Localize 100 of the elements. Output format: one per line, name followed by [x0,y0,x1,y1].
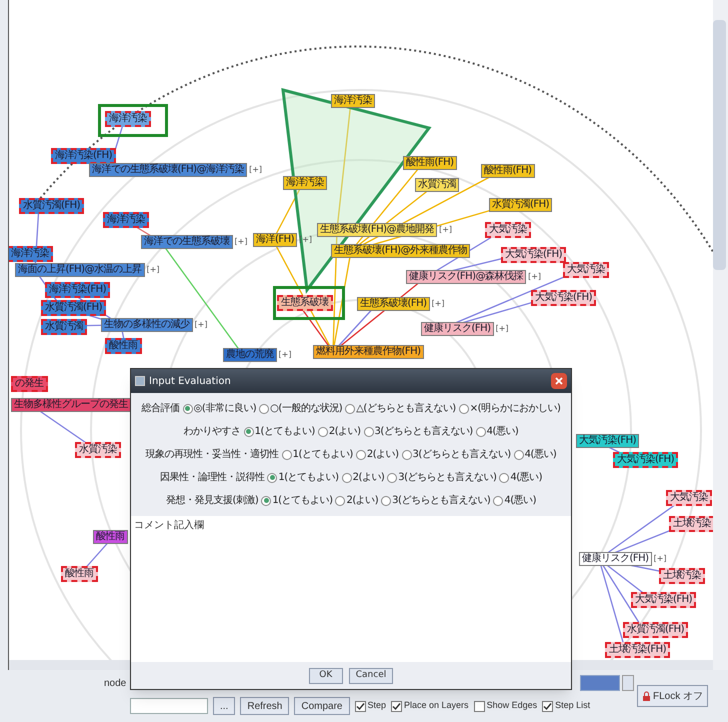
refresh-button[interactable]: Refresh [240,697,290,715]
rating-radio[interactable]: 2(よい) [318,424,360,439]
graph-node[interactable]: 酸性雨 [93,530,128,544]
expand-marker[interactable]: [+] [432,298,445,310]
graph-node[interactable]: 酸性雨(FH) [403,156,457,170]
node-dropdown[interactable] [580,675,620,691]
criterion-label: 総合評価 [142,402,180,416]
rating-radio[interactable]: 3(どちらとも言えない) [381,493,490,508]
lock-icon [642,690,651,702]
graph-node[interactable]: 海洋での生態系破壊 [141,235,232,249]
expand-marker[interactable]: [+] [278,349,292,361]
graph-node[interactable]: 大気汚染 [563,262,609,278]
graph-node[interactable]: 健康リスク(FH) [579,552,652,566]
graph-node[interactable]: 海洋汚染 [331,94,375,108]
rating-radio[interactable]: 1(とてもよい) [244,424,315,439]
rating-radio[interactable]: ◎(非常に良い) [182,401,256,416]
graph-node[interactable]: 海洋汚染 [105,111,151,127]
graph-node[interactable]: 大気汚染(FH) [631,592,696,608]
check-icon [356,702,364,710]
expand-marker[interactable]: [+] [146,264,160,276]
rating-radio[interactable]: 2(よい) [356,447,398,462]
expand-marker[interactable]: [+] [194,319,208,331]
graph-node[interactable]: 生物多様性グループの発生 [11,398,131,412]
graph-node[interactable]: 土壌汚染(FH) [605,642,670,658]
graph-node[interactable]: 酸性雨 [105,338,142,354]
graph-node[interactable]: 健康リスク(FH)@森林伐採 [406,270,526,284]
rating-radio[interactable]: 2(よい) [335,493,378,508]
compare-button[interactable]: Compare [294,697,350,715]
graph-node[interactable]: 水質汚濁(FH) [19,198,84,214]
graph-node[interactable]: 水質汚染 [75,442,121,458]
rating-radio[interactable]: 3(どちらとも言えない) [402,447,511,462]
graph-node[interactable]: 酸性雨(FH) [481,164,535,178]
graph-node[interactable]: 水質汚濁 [415,178,459,192]
rating-radio[interactable]: 3(どちらとも言えない) [364,424,473,439]
expand-marker[interactable]: [+] [234,236,248,248]
rating-radio[interactable]: ×(明らかにおかしい) [458,401,560,416]
graph-node[interactable]: 海洋汚染(FH) [51,148,116,164]
lock-button[interactable]: FLock オフ [636,685,708,707]
graph-node[interactable]: 海洋汚染(FH) [45,282,110,298]
rating-radio[interactable]: 4(悪い) [493,493,536,508]
graph-node[interactable]: 海洋(FH) [253,233,298,247]
graph-node[interactable]: 大気汚染(FH) [613,452,678,468]
graph-node[interactable]: 大気汚染(FH) [576,434,640,448]
graph-node[interactable]: 海洋での生態系破壊(FH)@海洋汚染 [89,163,248,177]
rating-radio[interactable]: 1(とてもよい) [267,470,339,485]
expand-marker[interactable]: [+] [439,224,452,236]
graph-node[interactable]: 土壌汚染 [659,568,705,584]
graph-node[interactable]: 生態系破壊(FH)@外来種農作物 [331,244,470,258]
expand-marker[interactable]: [+] [496,323,509,335]
graph-node[interactable]: 海洋汚染 [103,212,149,228]
graph-node[interactable]: 海洋汚染 [9,246,53,262]
vertical-scrollbar[interactable] [713,0,728,670]
graph-node[interactable]: 生態系破壊(FH)@農地開発 [317,223,438,237]
option-checkbox[interactable]: Show Edges [474,699,538,713]
graph-node[interactable]: 水質汚濁 [41,319,87,335]
option-checkbox[interactable]: Step [354,699,386,713]
criterion-label: わかりやすさ [184,425,241,439]
graph-node[interactable]: 土壌汚染 [669,516,713,532]
close-button[interactable] [551,373,567,389]
dialog-button[interactable]: Cancel [348,668,394,684]
check-icon [392,702,402,710]
check-icon [543,702,552,710]
rating-radio[interactable]: 2(よい) [342,470,384,485]
rating-radio[interactable]: 1(とてもよい) [261,493,332,508]
rating-radio[interactable]: 1(とてもよい) [282,447,353,462]
comment-field[interactable]: コメント記入欄 [131,516,571,662]
expand-marker[interactable]: [+] [249,164,262,176]
expand-marker[interactable]: [+] [528,271,542,283]
graph-node[interactable]: 水質汚濁(FH) [623,622,688,638]
rating-radio[interactable]: 4(悪い) [499,470,542,485]
highlight-frame [273,286,345,320]
graph-node[interactable]: 海面の上昇(FH)@水温の上昇 [15,263,145,277]
graph-node[interactable]: の発生 [11,376,48,392]
rating-radio[interactable]: ○(一般的な状況) [259,401,342,416]
criterion-label: 発想・発見支援(刺激) [166,494,258,508]
graph-node[interactable]: 大気汚染(FH) [531,290,596,306]
graph-node[interactable]: 大気汚染(FH) [501,247,566,263]
graph-node[interactable]: 生態系破壊 [277,295,332,311]
graph-node[interactable]: 水質汚濁(FH) [489,198,552,212]
expand-marker[interactable]: [+] [654,553,667,565]
graph-node[interactable]: 生物の多様性の減少 [101,318,192,332]
rating-radio[interactable]: 3(どちらとも言えない) [387,470,496,485]
rating-radio[interactable]: 4(悪い) [514,447,556,462]
more-button[interactable]: ... [213,697,236,715]
search-combo[interactable] [130,698,208,714]
criterion-label: 因果性・論理性・説得性 [160,470,264,485]
option-checkbox[interactable]: Step List [542,699,590,713]
graph-node[interactable]: 大気汚染 [666,490,712,506]
graph-node[interactable]: 海洋汚染 [283,176,327,190]
graph-node[interactable]: 健康リスク(FH) [421,322,494,336]
graph-node[interactable]: 燃料用外来種農作物(FH) [313,345,424,359]
rating-radio[interactable]: 4(悪い) [476,424,518,439]
dialog-title: Input Evaluation [149,374,231,388]
dialog-button[interactable]: OK [308,668,343,684]
option-checkbox[interactable]: Place on Layers [391,699,469,713]
graph-node[interactable]: 大気汚染 [485,222,531,238]
graph-node[interactable]: 生態系破壊(FH) [357,297,430,311]
graph-node[interactable]: 水質汚濁(FH) [41,300,106,316]
graph-node[interactable]: 酸性雨 [61,566,98,582]
rating-radio[interactable]: △(どちらとも言えない) [345,401,456,416]
